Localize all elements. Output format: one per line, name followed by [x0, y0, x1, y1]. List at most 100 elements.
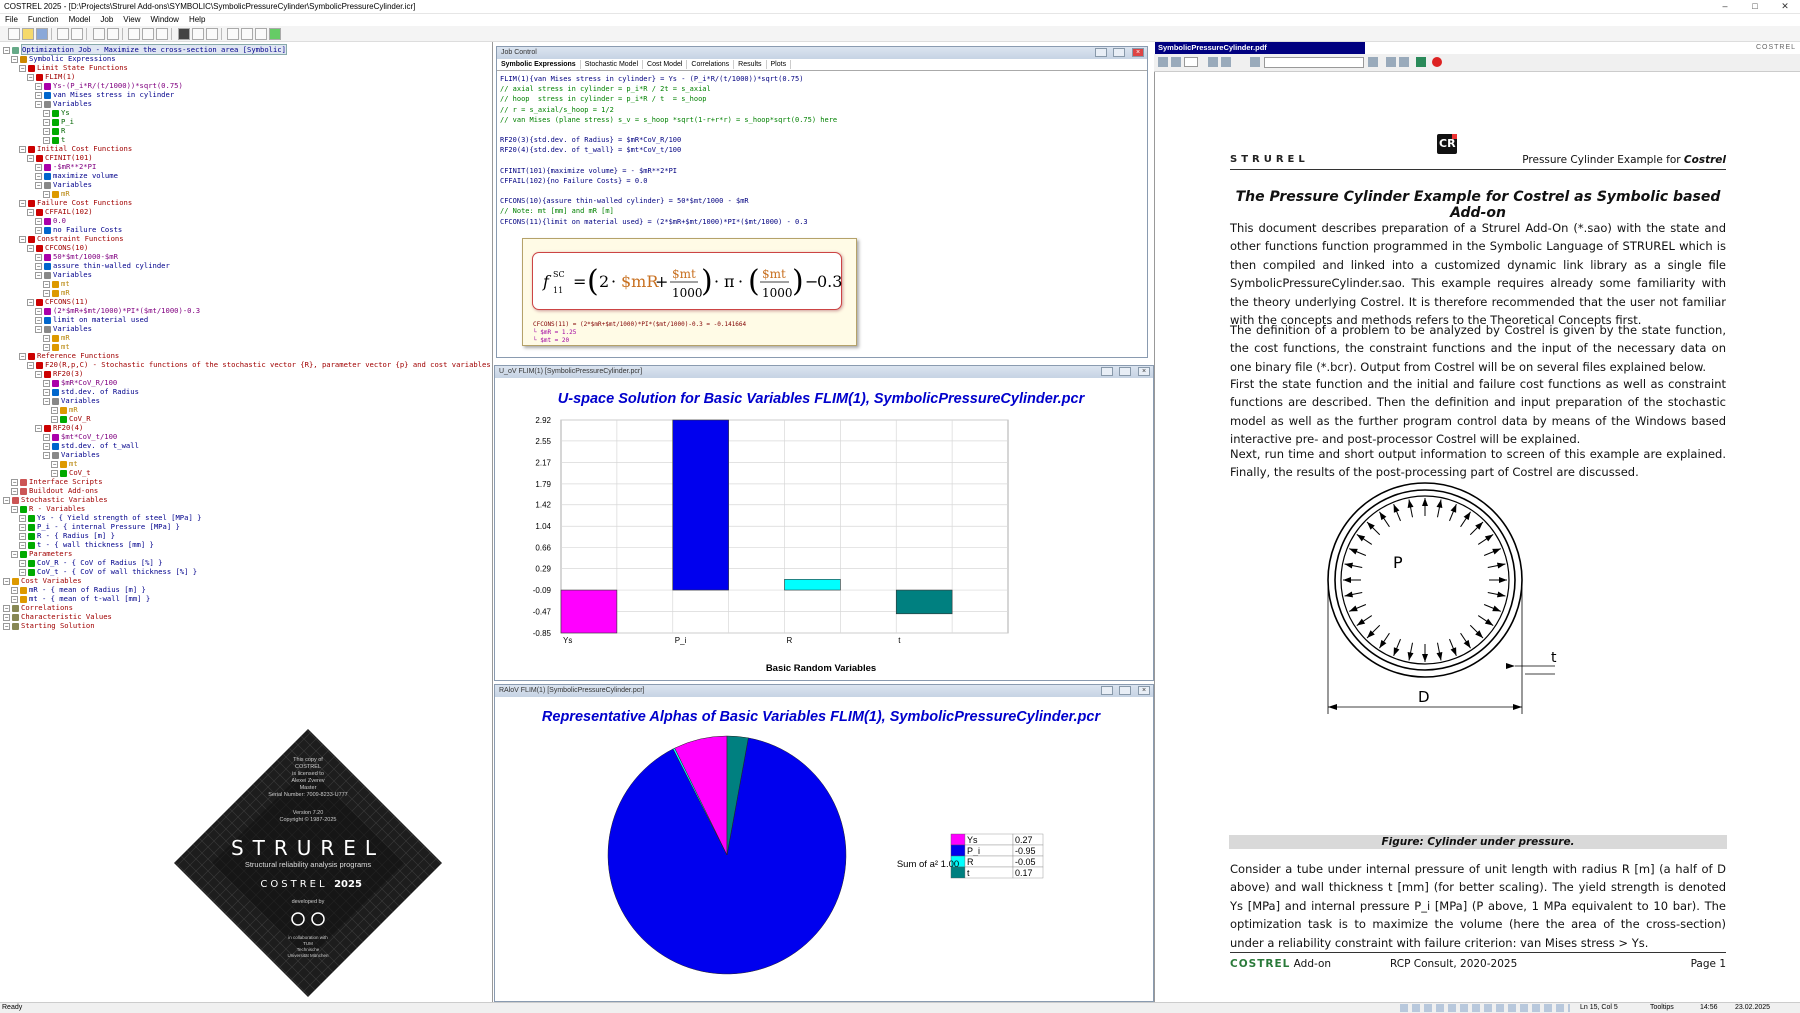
tab-cost-model[interactable]: Cost Model	[643, 60, 688, 69]
menu-function[interactable]: Function	[23, 14, 64, 24]
menu-view[interactable]: View	[118, 14, 145, 24]
chart-icon[interactable]	[227, 28, 240, 40]
expand-icon[interactable]: −	[43, 433, 50, 441]
expand-icon[interactable]: −	[35, 307, 42, 315]
expand-icon[interactable]: −	[35, 424, 42, 432]
search-go-icon[interactable]	[1368, 57, 1378, 67]
print-icon[interactable]	[57, 28, 70, 40]
redo-icon[interactable]	[106, 28, 119, 40]
expand-icon[interactable]: −	[11, 586, 18, 594]
model-tree[interactable]: − Optimization Job - Maximize the cross-s…	[0, 42, 493, 1002]
expand-icon[interactable]: −	[3, 577, 10, 585]
expand-icon[interactable]: −	[27, 244, 34, 252]
chart-close-button[interactable]: ×	[1138, 367, 1150, 376]
code-line[interactable]: // van Mises (plane stress) s_v = s_hoop…	[500, 115, 1144, 125]
expand-icon[interactable]: −	[35, 262, 42, 270]
first-page-icon[interactable]	[1158, 57, 1168, 67]
code-line[interactable]: // hoop stress in cylinder = p_i*R / t =…	[500, 94, 1144, 104]
cut-icon[interactable]	[128, 28, 141, 40]
expand-icon[interactable]: −	[19, 514, 26, 522]
run-icon[interactable]	[177, 28, 190, 40]
expand-icon[interactable]: −	[43, 379, 50, 387]
expand-icon[interactable]: −	[11, 478, 18, 486]
expand-icon[interactable]: −	[43, 190, 50, 198]
job-maximize-button[interactable]	[1113, 48, 1125, 57]
expand-icon[interactable]: −	[35, 316, 42, 324]
pie-maximize-button[interactable]	[1119, 686, 1131, 695]
expand-icon[interactable]: −	[35, 271, 42, 279]
expand-icon[interactable]: −	[43, 289, 50, 297]
prev-page-icon[interactable]	[1171, 57, 1181, 67]
expand-icon[interactable]: −	[35, 226, 42, 234]
expand-icon[interactable]: −	[35, 253, 42, 261]
expand-icon[interactable]: −	[43, 334, 50, 342]
expand-icon[interactable]: −	[11, 550, 18, 558]
next-page-icon[interactable]	[1208, 57, 1218, 67]
expand-icon[interactable]: −	[43, 442, 50, 450]
code-line[interactable]: // axial stress in cylinder = p_i*R / 2t…	[500, 84, 1144, 94]
formula-icon[interactable]	[191, 28, 204, 40]
code-line[interactable]: CFCONS(11){limit on material used} = (2*…	[500, 217, 1144, 227]
expand-icon[interactable]: −	[43, 451, 50, 459]
open-icon[interactable]	[21, 28, 34, 40]
expand-icon[interactable]: −	[19, 352, 26, 360]
expand-icon[interactable]: −	[27, 73, 34, 81]
undo-icon[interactable]	[92, 28, 105, 40]
expand-icon[interactable]: −	[51, 469, 58, 477]
expand-icon[interactable]: −	[19, 559, 26, 567]
code-line[interactable]: CFINIT(101){maximize volume} = - $mR**2*…	[500, 166, 1144, 176]
expand-icon[interactable]: −	[19, 199, 26, 207]
menu-file[interactable]: File	[0, 14, 23, 24]
expand-icon[interactable]: −	[51, 415, 58, 423]
code-line[interactable]: // r = s_axial/s_hoop = 1/2	[500, 105, 1144, 115]
expand-icon[interactable]: −	[35, 217, 42, 225]
expand-icon[interactable]: −	[11, 595, 18, 603]
expand-icon[interactable]: −	[3, 613, 10, 621]
expand-icon[interactable]: −	[19, 568, 26, 576]
expand-icon[interactable]: −	[11, 487, 18, 495]
job-close-button[interactable]: ×	[1132, 48, 1144, 57]
preview-icon[interactable]	[71, 28, 84, 40]
expand-icon[interactable]: −	[43, 127, 50, 135]
last-page-icon[interactable]	[1221, 57, 1231, 67]
expand-icon[interactable]: −	[43, 397, 50, 405]
expand-icon[interactable]: −	[11, 55, 18, 63]
zoom-icon[interactable]	[1386, 57, 1396, 67]
expand-icon[interactable]: −	[43, 109, 50, 117]
tool-icon[interactable]	[255, 28, 268, 40]
expand-icon[interactable]: −	[35, 172, 42, 180]
code-line[interactable]	[500, 125, 1144, 135]
expand-icon[interactable]: −	[43, 280, 50, 288]
code-line[interactable]: FLIM(1){van Mises stress in cylinder} = …	[500, 74, 1144, 84]
save-icon[interactable]	[35, 28, 48, 40]
chart-minimize-button[interactable]	[1101, 367, 1113, 376]
expand-icon[interactable]: −	[35, 91, 42, 99]
expand-icon[interactable]: −	[3, 604, 10, 612]
expand-icon[interactable]: −	[19, 145, 26, 153]
tab-plots[interactable]: Plots	[767, 60, 792, 69]
expand-icon[interactable]: −	[19, 523, 26, 531]
expand-icon[interactable]: −	[11, 505, 18, 513]
expand-icon[interactable]: −	[27, 361, 34, 369]
expand-icon[interactable]: −	[43, 136, 50, 144]
code-line[interactable]: // Note: mt [mm] and mR [m]	[500, 206, 1144, 216]
tree-node[interactable]: − Starting Solution	[3, 621, 95, 631]
maximize-button[interactable]: □	[1740, 1, 1770, 13]
exit-icon[interactable]	[269, 28, 282, 40]
pie-minimize-button[interactable]	[1101, 686, 1113, 695]
expand-icon[interactable]: −	[19, 64, 26, 72]
expand-icon[interactable]: −	[27, 298, 34, 306]
fit-icon[interactable]	[1399, 57, 1409, 67]
expand-icon[interactable]: −	[27, 208, 34, 216]
tab-stochastic-model[interactable]: Stochastic Model	[581, 60, 644, 69]
pie-close-button[interactable]: ×	[1138, 686, 1150, 695]
expand-icon[interactable]: −	[43, 118, 50, 126]
expand-icon[interactable]: −	[51, 460, 58, 468]
code-line[interactable]: CFFAIL(102){no Failure Costs} = 0.0	[500, 176, 1144, 186]
expand-icon[interactable]: −	[3, 496, 10, 504]
tree-node[interactable]: − F20(R,p,C) - Stochastic functions of th…	[27, 360, 492, 370]
expand-icon[interactable]: −	[19, 235, 26, 243]
expand-icon[interactable]: −	[35, 325, 42, 333]
new-icon[interactable]	[7, 28, 20, 40]
menu-model[interactable]: Model	[64, 14, 96, 24]
